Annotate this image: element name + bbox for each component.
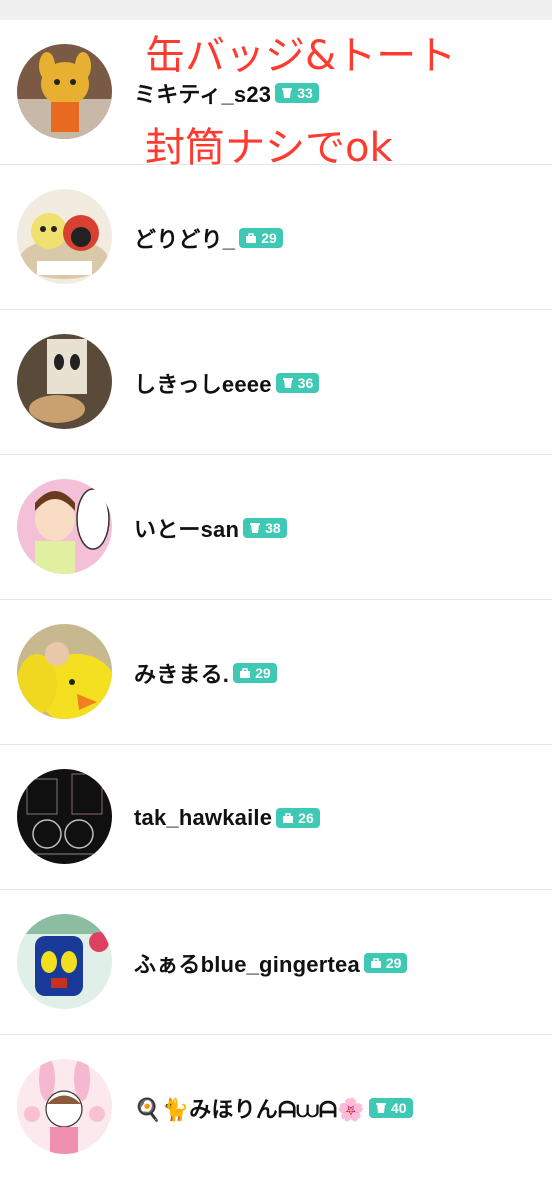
- rating-badge: 40: [368, 1097, 413, 1118]
- list-item[interactable]: どりどり_ 29: [0, 165, 552, 310]
- dark-edge-photo-avatar-image: [17, 769, 112, 864]
- manga-character-avatar-image: [17, 479, 112, 574]
- rating-badge: 29: [233, 662, 277, 683]
- mascot-avatar-image: [17, 44, 112, 139]
- bag-icon: [240, 667, 251, 678]
- username[interactable]: 🍳🐈みほりんᗩ⩊ᗩ🌸: [134, 1092, 365, 1124]
- bunny-girl-illustration-avatar-image: [17, 1059, 112, 1154]
- rating-badge: 26: [276, 807, 320, 828]
- bag-icon: [246, 232, 257, 243]
- bag-icon: [370, 957, 381, 968]
- avatar[interactable]: [17, 44, 112, 139]
- list-item[interactable]: しきっしeeee 36: [0, 310, 552, 455]
- list-item[interactable]: tak_hawkaile 26: [0, 745, 552, 890]
- list-item[interactable]: いとーsan 38: [0, 455, 552, 600]
- list-item[interactable]: みきまる. 29: [0, 600, 552, 745]
- rating-badge: 29: [239, 227, 283, 248]
- drink-cup-icon: [375, 1102, 386, 1113]
- username[interactable]: tak_hawkaile: [134, 805, 272, 831]
- rating-badge: 33: [275, 82, 319, 103]
- badge-count: 40: [390, 1099, 407, 1116]
- rating-badge: 36: [275, 372, 320, 393]
- avatar[interactable]: [17, 479, 112, 574]
- plush-toys-avatar-image: [17, 189, 112, 284]
- rating-badge: 29: [363, 952, 408, 973]
- badge-count: 38: [265, 519, 281, 536]
- badge-count: 29: [261, 229, 277, 246]
- avatar[interactable]: [17, 769, 112, 864]
- avatar[interactable]: [17, 914, 112, 1009]
- drink-cup-icon: [250, 522, 261, 533]
- list-item[interactable]: ふぁるblue_gingertea 29: [0, 890, 552, 1035]
- handwritten-annotation-line1: 缶バッジ&トート: [145, 33, 457, 79]
- rating-badge: 38: [243, 517, 287, 538]
- paper-bag-character-avatar-image: [17, 334, 112, 429]
- drink-cup-icon: [282, 377, 293, 388]
- badge-count: 33: [297, 84, 313, 101]
- avatar[interactable]: [17, 189, 112, 284]
- bag-icon: [283, 812, 294, 823]
- badge-count: 29: [255, 664, 271, 681]
- user-list: ミキティ_s23 33 缶バッジ&トート 封筒ナシでok どりどり_ 29 しき…: [0, 20, 552, 1180]
- badge-count: 29: [385, 954, 402, 971]
- badge-count: 36: [297, 374, 314, 391]
- avatar[interactable]: [17, 1059, 112, 1154]
- list-item[interactable]: 🍳🐈みほりんᗩ⩊ᗩ🌸 40: [0, 1035, 552, 1180]
- top-status-strip: [0, 0, 552, 20]
- avatar[interactable]: [17, 624, 112, 719]
- avatar[interactable]: [17, 334, 112, 429]
- drink-cup-icon: [282, 87, 293, 98]
- username[interactable]: どりどり_: [134, 222, 235, 254]
- username[interactable]: みきまる.: [134, 657, 229, 689]
- username[interactable]: ミキティ_s23: [134, 77, 271, 109]
- list-item[interactable]: ミキティ_s23 33 缶バッジ&トート 封筒ナシでok: [0, 20, 552, 171]
- username[interactable]: しきっしeeee: [134, 367, 272, 399]
- yellow-plush-avatar-image: [17, 624, 112, 719]
- badge-count: 26: [298, 809, 314, 826]
- username[interactable]: いとーsan: [134, 512, 239, 544]
- username[interactable]: ふぁるblue_gingertea: [134, 947, 360, 979]
- blue-character-avatar-image: [17, 914, 112, 1009]
